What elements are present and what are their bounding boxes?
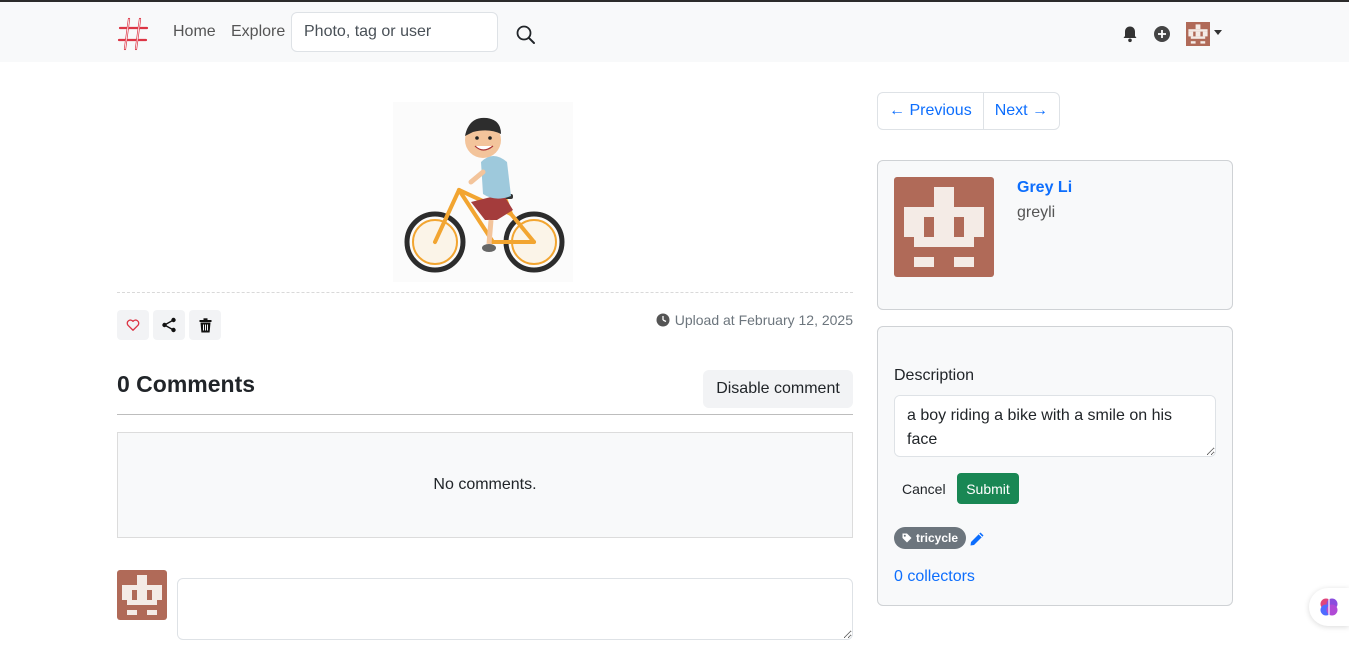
hashtag-logo-icon[interactable] [117, 16, 149, 52]
comments-title: 0 Comments [117, 371, 256, 397]
nav-explore-link[interactable]: Explore [231, 23, 285, 41]
photo-pager: ← Previous Next → [877, 92, 1061, 130]
profile-username: greyli [1017, 204, 1056, 221]
comments-divider [117, 414, 853, 415]
delete-button[interactable] [189, 310, 221, 340]
cancel-button[interactable]: Cancel [894, 473, 954, 504]
disable-comment-button[interactable]: Disable comment [703, 370, 853, 408]
tag-icon [902, 533, 912, 543]
tag-label: tricycle [916, 531, 959, 545]
share-button[interactable] [153, 310, 185, 340]
description-label: Description [894, 367, 975, 384]
search-input[interactable] [291, 12, 498, 52]
trash-icon [199, 317, 211, 332]
clock-icon [656, 313, 670, 327]
nav-home-link[interactable]: Home [173, 23, 216, 41]
comment-user-avatar [117, 570, 167, 620]
share-icon [162, 317, 176, 333]
caret-down-icon[interactable] [1214, 30, 1222, 35]
collectors-link[interactable]: 0 collectors [894, 568, 975, 586]
profile-avatar[interactable] [894, 177, 994, 277]
next-button[interactable]: Next → [982, 93, 1059, 129]
avatar-icon[interactable] [1186, 22, 1210, 46]
pencil-icon[interactable] [969, 531, 985, 547]
navbar: Home Explore [0, 2, 1349, 62]
plus-circle-icon[interactable] [1153, 25, 1171, 43]
brain-icon [1320, 598, 1338, 616]
floating-assistant-button[interactable] [1309, 588, 1349, 626]
heart-icon [126, 319, 140, 331]
profile-card: Grey Li greyli [877, 160, 1233, 310]
upload-date-text: Upload at February 12, 2025 [674, 312, 853, 328]
no-comments-text: No comments. [433, 476, 537, 493]
bell-icon[interactable] [1121, 25, 1139, 43]
search-icon[interactable] [515, 24, 537, 46]
description-card: Description a boy riding a bike with a s… [877, 326, 1233, 606]
photo-boy-on-bike[interactable] [393, 102, 573, 282]
upload-date: Upload at February 12, 2025 [656, 312, 853, 328]
no-comments-box: No comments. [117, 432, 853, 538]
profile-name-link[interactable]: Grey Li [1017, 179, 1072, 197]
comment-input[interactable] [177, 578, 853, 640]
like-button[interactable] [117, 310, 149, 340]
submit-button[interactable]: Submit [957, 473, 1019, 504]
description-input[interactable]: a boy riding a bike with a smile on his … [894, 395, 1216, 457]
tag-badge[interactable]: tricycle [894, 527, 967, 549]
photo-divider [117, 292, 853, 293]
previous-button[interactable]: ← Previous [878, 93, 983, 129]
